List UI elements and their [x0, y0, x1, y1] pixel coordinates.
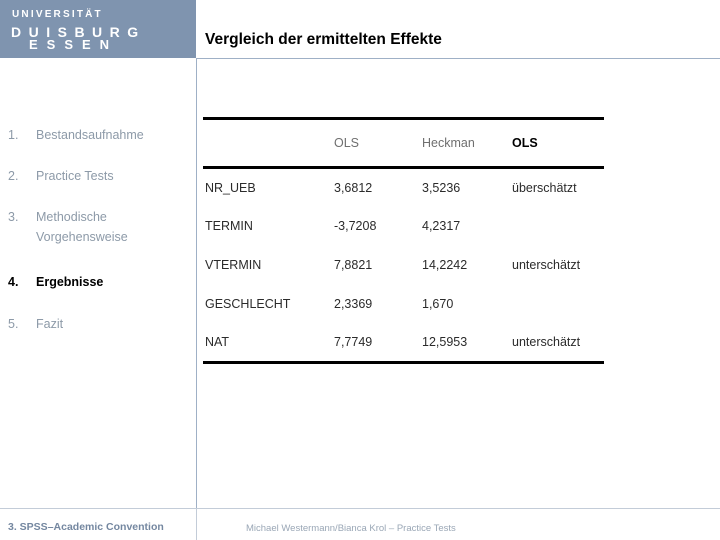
sidebar-item-number: 3. — [8, 207, 30, 227]
cell-ols: -3,7208 — [334, 207, 422, 246]
cell-variable: GESCHLECHT — [203, 285, 334, 324]
slide-header: UNIVERSITÄT DUISBURG ESSEN Vergleich der… — [0, 0, 720, 59]
cell-variable: NR_UEB — [203, 168, 334, 207]
column-header-heckman: Heckman — [422, 119, 512, 168]
cell-heckman: 14,2242 — [422, 246, 512, 285]
column-header-ols: OLS — [334, 119, 422, 168]
table-row: NR_UEB 3,6812 3,5236 überschätzt — [203, 168, 604, 207]
sidebar-item-fazit[interactable]: 5. Fazit — [8, 314, 193, 334]
table-header-row: OLS Heckman OLS — [203, 119, 604, 168]
sidebar-item-label: Ergebnisse — [36, 272, 193, 292]
header-divider — [196, 58, 720, 59]
table-body: NR_UEB 3,6812 3,5236 überschätzt TERMIN … — [203, 168, 604, 363]
effects-comparison-table: OLS Heckman OLS NR_UEB 3,6812 3,5236 übe… — [203, 117, 604, 364]
page-title: Vergleich der ermittelten Effekte — [205, 31, 442, 49]
cell-note — [512, 207, 604, 246]
sidebar-item-number: 4. — [8, 272, 30, 292]
sidebar-item-methodische-vorgehensweise[interactable]: 3. Methodische Vorgehensweise — [8, 207, 193, 247]
sidebar-item-label: Bestandsaufnahme — [36, 125, 193, 145]
table-row: TERMIN -3,7208 4,2317 — [203, 207, 604, 246]
footer-authors-label: Michael Westermann/Bianca Krol – Practic… — [246, 523, 456, 534]
sidebar-item-practice-tests[interactable]: 2. Practice Tests — [8, 166, 193, 186]
table-row: VTERMIN 7,8821 14,2242 unterschätzt — [203, 246, 604, 285]
table-row: NAT 7,7749 12,5953 unterschätzt — [203, 324, 604, 363]
cell-ols: 2,3369 — [334, 285, 422, 324]
sidebar-item-ergebnisse[interactable]: 4. Ergebnisse — [8, 272, 193, 292]
sidebar-item-bestandsaufnahme[interactable]: 1. Bestandsaufnahme — [8, 125, 193, 145]
table-row: GESCHLECHT 2,3369 1,670 — [203, 285, 604, 324]
cell-heckman: 4,2317 — [422, 207, 512, 246]
cell-ols: 3,6812 — [334, 168, 422, 207]
university-logo: UNIVERSITÄT DUISBURG ESSEN — [0, 0, 196, 58]
cell-note — [512, 285, 604, 324]
cell-ols: 7,7749 — [334, 324, 422, 363]
cell-heckman: 1,670 — [422, 285, 512, 324]
cell-note: überschätzt — [512, 168, 604, 207]
agenda-sidebar: 1. Bestandsaufnahme 2. Practice Tests 3.… — [0, 59, 197, 499]
column-header-variable — [203, 119, 334, 168]
table-header: OLS Heckman OLS — [203, 119, 604, 168]
logo-line-universitaet: UNIVERSITÄT — [12, 9, 103, 20]
cell-note: unterschätzt — [512, 324, 604, 363]
sidebar-item-number: 1. — [8, 125, 30, 145]
footer-event-label: 3. SPSS–Academic Convention — [8, 521, 164, 533]
sidebar-item-label: Fazit — [36, 314, 193, 334]
footer-divider-vertical — [196, 508, 197, 540]
sidebar-item-number: 2. — [8, 166, 30, 186]
sidebar-item-label: Practice Tests — [36, 166, 193, 186]
sidebar-item-label: Methodische Vorgehensweise — [36, 207, 193, 247]
cell-heckman: 12,5953 — [422, 324, 512, 363]
column-header-ols-note: OLS — [512, 119, 604, 168]
cell-heckman: 3,5236 — [422, 168, 512, 207]
cell-ols: 7,8821 — [334, 246, 422, 285]
effects-comparison-table-container: OLS Heckman OLS NR_UEB 3,6812 3,5236 übe… — [203, 117, 588, 364]
footer-divider-horizontal — [0, 508, 720, 509]
cell-variable: NAT — [203, 324, 334, 363]
logo-line-essen: ESSEN — [29, 37, 118, 52]
sidebar-item-number: 5. — [8, 314, 30, 334]
cell-note: unterschätzt — [512, 246, 604, 285]
cell-variable: TERMIN — [203, 207, 334, 246]
cell-variable: VTERMIN — [203, 246, 334, 285]
